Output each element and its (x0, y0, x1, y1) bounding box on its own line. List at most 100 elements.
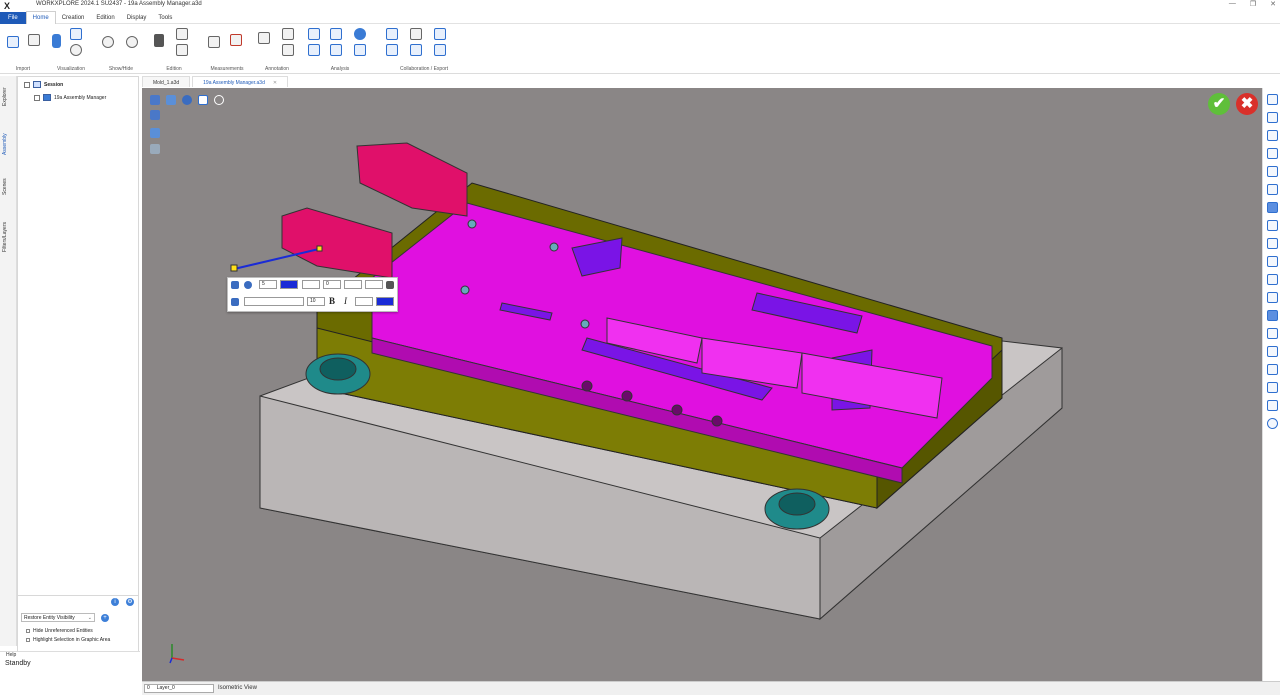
eye-hide-icon[interactable] (126, 36, 138, 48)
text-icon[interactable] (258, 32, 270, 44)
align-picker[interactable] (355, 297, 373, 306)
target-icon[interactable] (1267, 418, 1278, 429)
visibility-dropdown[interactable]: Restore Entity Visibility ⌄ (21, 613, 95, 622)
mold-assembly-model[interactable] (142, 88, 1262, 681)
render-mode-icon[interactable] (182, 95, 192, 105)
table-icon[interactable] (1267, 382, 1278, 393)
bold-button[interactable]: B (329, 296, 335, 306)
export-icon[interactable] (434, 28, 446, 40)
leader-icon[interactable] (386, 281, 394, 289)
visibility-icon[interactable] (1267, 94, 1278, 105)
expand-icon[interactable] (24, 81, 30, 88)
pencil-icon[interactable] (231, 298, 239, 306)
layer-selector[interactable]: 0 Layer_0 (144, 684, 214, 693)
note-icon[interactable] (282, 28, 294, 40)
info-round-icon[interactable]: i (111, 598, 119, 606)
side-tab-explorer[interactable]: Explorer (2, 80, 15, 114)
analysis-solid-icon[interactable] (330, 28, 342, 40)
section-view-icon[interactable] (1267, 310, 1278, 321)
frame-width-field[interactable]: 0 (323, 280, 341, 289)
dimension-icon[interactable] (282, 44, 294, 56)
font-name-field[interactable] (244, 297, 304, 306)
tree-root-session[interactable]: Session (24, 81, 63, 88)
zoom-in-icon[interactable] (1267, 130, 1278, 141)
menu-edition[interactable]: Edition (90, 12, 120, 24)
section-icon[interactable] (150, 110, 160, 120)
background-icon[interactable] (198, 95, 208, 105)
menu-display[interactable]: Display (121, 12, 153, 24)
single-window-icon[interactable] (1267, 328, 1278, 339)
menu-icon[interactable] (150, 95, 160, 105)
grid-icon[interactable] (1267, 400, 1278, 411)
analysis-draft-icon[interactable] (308, 44, 320, 56)
top-view-icon[interactable] (1267, 220, 1278, 231)
fill-picker[interactable] (344, 280, 362, 289)
check-hide-unreferenced[interactable]: Hide Unreferenced Entities (26, 628, 93, 634)
open-icon[interactable] (7, 36, 19, 48)
menu-home[interactable]: Home (25, 11, 56, 24)
grid-icon[interactable] (150, 144, 160, 154)
text-color-picker[interactable] (376, 297, 394, 306)
menu-tools[interactable]: Tools (152, 12, 178, 24)
eye-show-icon[interactable] (102, 36, 114, 48)
cylinder-icon[interactable] (52, 34, 61, 48)
minimize-button[interactable]: — (1229, 0, 1236, 8)
analysis-compare-icon[interactable] (354, 44, 366, 56)
report-icon[interactable] (386, 44, 398, 56)
check-highlight-selection[interactable]: Highlight Selection in Graphic Area (26, 637, 110, 643)
settings-round-icon[interactable]: ⚙ (126, 598, 134, 606)
list-icon[interactable] (1267, 364, 1278, 375)
palette-icon[interactable] (70, 44, 82, 56)
lock-icon[interactable] (231, 281, 239, 289)
graphic-area[interactable]: ✔ ✖ 5 0 10 B I (142, 88, 1262, 681)
side-tab-filters-layers[interactable]: Filters/Layers (2, 212, 15, 262)
zoom-icon[interactable] (214, 95, 224, 105)
measure-icon[interactable] (208, 36, 220, 48)
expand-icon[interactable] (34, 94, 40, 101)
share-icon[interactable] (386, 28, 398, 40)
visibility-icon[interactable] (244, 281, 252, 289)
split-window-icon[interactable] (1267, 346, 1278, 357)
left-view-icon[interactable] (1267, 292, 1278, 303)
menu-creation[interactable]: Creation (56, 12, 91, 24)
arrow-style-picker[interactable] (365, 280, 383, 289)
italic-button[interactable]: I (344, 296, 347, 306)
analysis-thickness-icon[interactable] (330, 44, 342, 56)
layer-icon[interactable] (150, 128, 160, 138)
checkbox-icon[interactable] (26, 629, 30, 633)
screenshot-icon[interactable] (410, 28, 422, 40)
line-width-field[interactable]: 5 (259, 280, 277, 289)
side-view-icon[interactable] (1267, 238, 1278, 249)
line-color-picker[interactable] (280, 280, 298, 289)
tab-mold[interactable]: Mold_1.a3d (142, 76, 191, 87)
tree-item-assembly[interactable]: 19a Assembly Manager (34, 94, 106, 101)
back-view-icon[interactable] (1267, 256, 1278, 267)
edit-box-icon[interactable] (176, 28, 188, 40)
close-button[interactable]: ✕ (1270, 0, 1276, 8)
checkbox-icon[interactable] (26, 638, 30, 642)
edit-move-icon[interactable] (176, 44, 188, 56)
info-icon[interactable] (354, 28, 366, 40)
frame-style-picker[interactable] (302, 280, 320, 289)
bottom-view-icon[interactable] (1267, 274, 1278, 285)
side-tab-assembly[interactable]: Assembly (2, 124, 15, 164)
apply-icon[interactable]: + (101, 614, 109, 622)
publish-icon[interactable] (434, 44, 446, 56)
maximize-button[interactable]: ❐ (1250, 0, 1256, 8)
cube-view-icon[interactable] (70, 28, 82, 40)
tab-assembly-manager[interactable]: 19a Assembly Manager.a3d ✕ (192, 76, 289, 87)
fit-icon[interactable] (1267, 112, 1278, 123)
front-view-icon[interactable] (1267, 184, 1278, 195)
analysis-shape-icon[interactable] (308, 28, 320, 40)
measure-angle-icon[interactable] (230, 34, 242, 46)
menu-file[interactable]: File (0, 11, 26, 24)
zoom-out-icon[interactable] (1267, 148, 1278, 159)
import-list-icon[interactable] (28, 34, 40, 46)
cancel-button[interactable]: ✖ (1236, 93, 1258, 115)
side-tab-scenes[interactable]: Scenes (2, 172, 15, 202)
delete-icon[interactable] (154, 34, 164, 47)
tab-close-icon[interactable]: ✕ (273, 80, 277, 86)
iso-view-icon[interactable] (1267, 202, 1278, 213)
zoom-window-icon[interactable] (1267, 166, 1278, 177)
print-icon[interactable] (410, 44, 422, 56)
